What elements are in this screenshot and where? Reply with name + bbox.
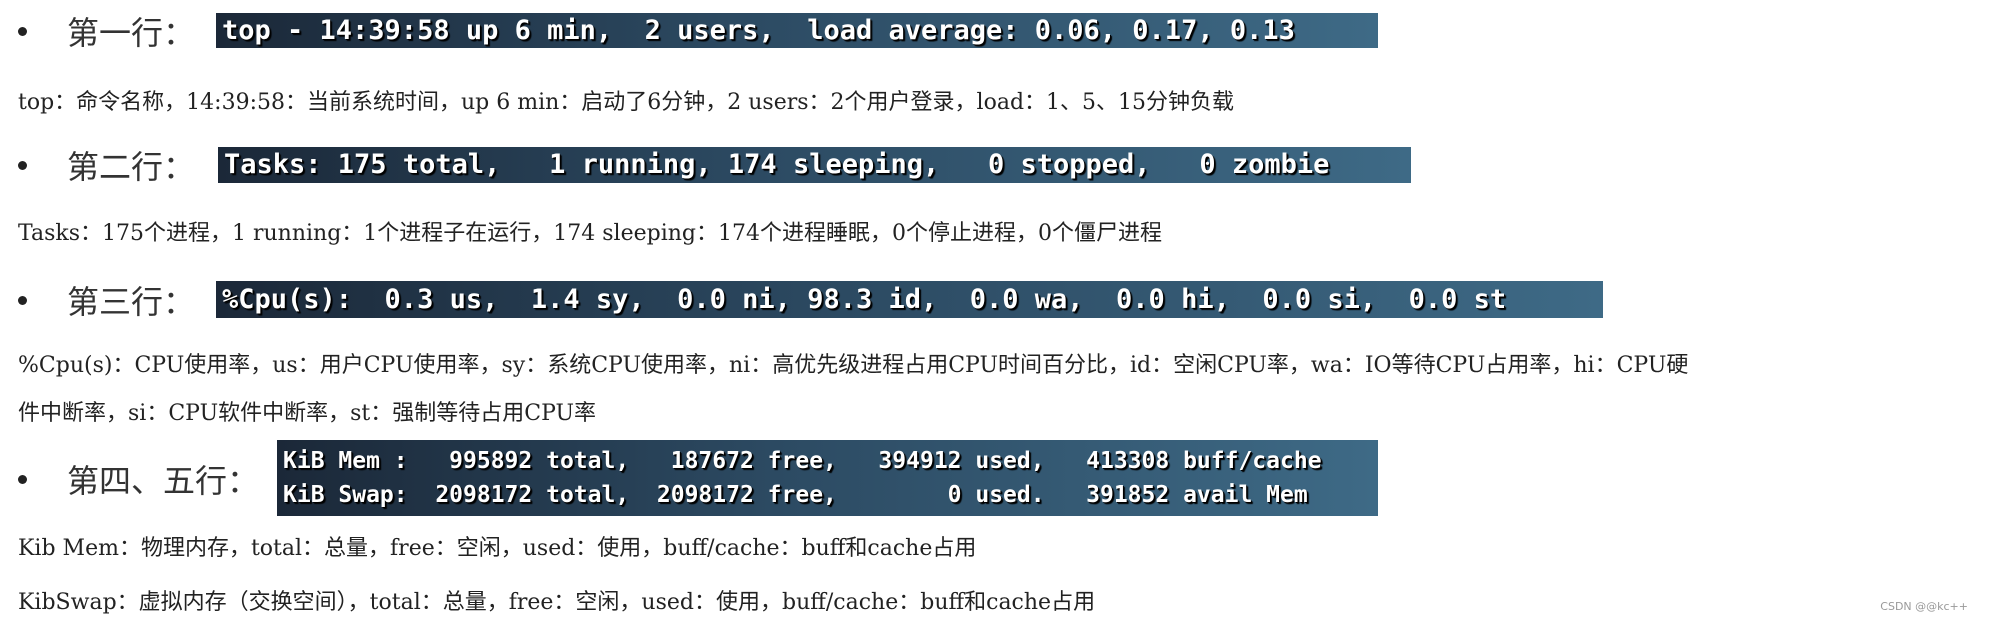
- section-2-desc: Tasks：175个进程，1 running：1个进程子在运行，174 slee…: [18, 221, 1162, 246]
- heading-text: 第一行：: [67, 14, 196, 52]
- terminal-text: Tasks: 175 total, 1 running, 174 sleepin…: [224, 149, 1330, 180]
- heading-text: 第二行：: [67, 148, 196, 186]
- heading-text: 第三行：: [67, 283, 196, 321]
- bullet-icon: [18, 160, 27, 170]
- terminal-line-3: %Cpu(s): 0.3 us, 1.4 sy, 0.0 ni, 98.3 id…: [216, 281, 1603, 318]
- terminal-text: top - 14:39:58 up 6 min, 2 users, load a…: [222, 14, 1295, 46]
- bullet-icon: [18, 295, 27, 305]
- watermark: CSDN @@kc++: [1880, 600, 1968, 613]
- terminal-line-2: Tasks: 175 total, 1 running, 174 sleepin…: [218, 147, 1411, 183]
- section-1-desc: top：命令名称，14:39:58：当前系统时间，up 6 min：启动了6分钟…: [18, 90, 1235, 115]
- section-3-desc-line-2: 件中断率，si：CPU软件中断率，st：强制等待占用CPU率: [18, 401, 597, 426]
- section-1-heading: 第一行：: [18, 12, 195, 52]
- bullet-icon: [18, 474, 27, 484]
- bullet-icon: [18, 26, 27, 36]
- section-2-heading: 第二行：: [18, 146, 195, 186]
- terminal-mem-swap: KiB Mem : 995892 total, 187672 free, 394…: [277, 440, 1378, 516]
- section-4-desc-line-1: Kib Mem：物理内存，total：总量，free：空闲，used：使用，bu…: [18, 536, 977, 561]
- section-3-desc-line-1: %Cpu(s)：CPU使用率，us：用户CPU使用率，sy：系统CPU使用率，n…: [18, 353, 1689, 378]
- heading-text: 第四、五行：: [67, 462, 260, 500]
- section-3-heading: 第三行：: [18, 281, 195, 321]
- terminal-mem-text: KiB Mem : 995892 total, 187672 free, 394…: [283, 448, 1322, 474]
- terminal-line-1: top - 14:39:58 up 6 min, 2 users, load a…: [216, 13, 1378, 48]
- section-4-heading: 第四、五行：: [18, 460, 259, 500]
- terminal-text: %Cpu(s): 0.3 us, 1.4 sy, 0.0 ni, 98.3 id…: [222, 283, 1507, 315]
- section-4-desc-line-2: KibSwap：虚拟内存（交换空间），total：总量，free：空闲，used…: [18, 590, 1096, 615]
- terminal-swap-text: KiB Swap: 2098172 total, 2098172 free, 0…: [283, 482, 1308, 508]
